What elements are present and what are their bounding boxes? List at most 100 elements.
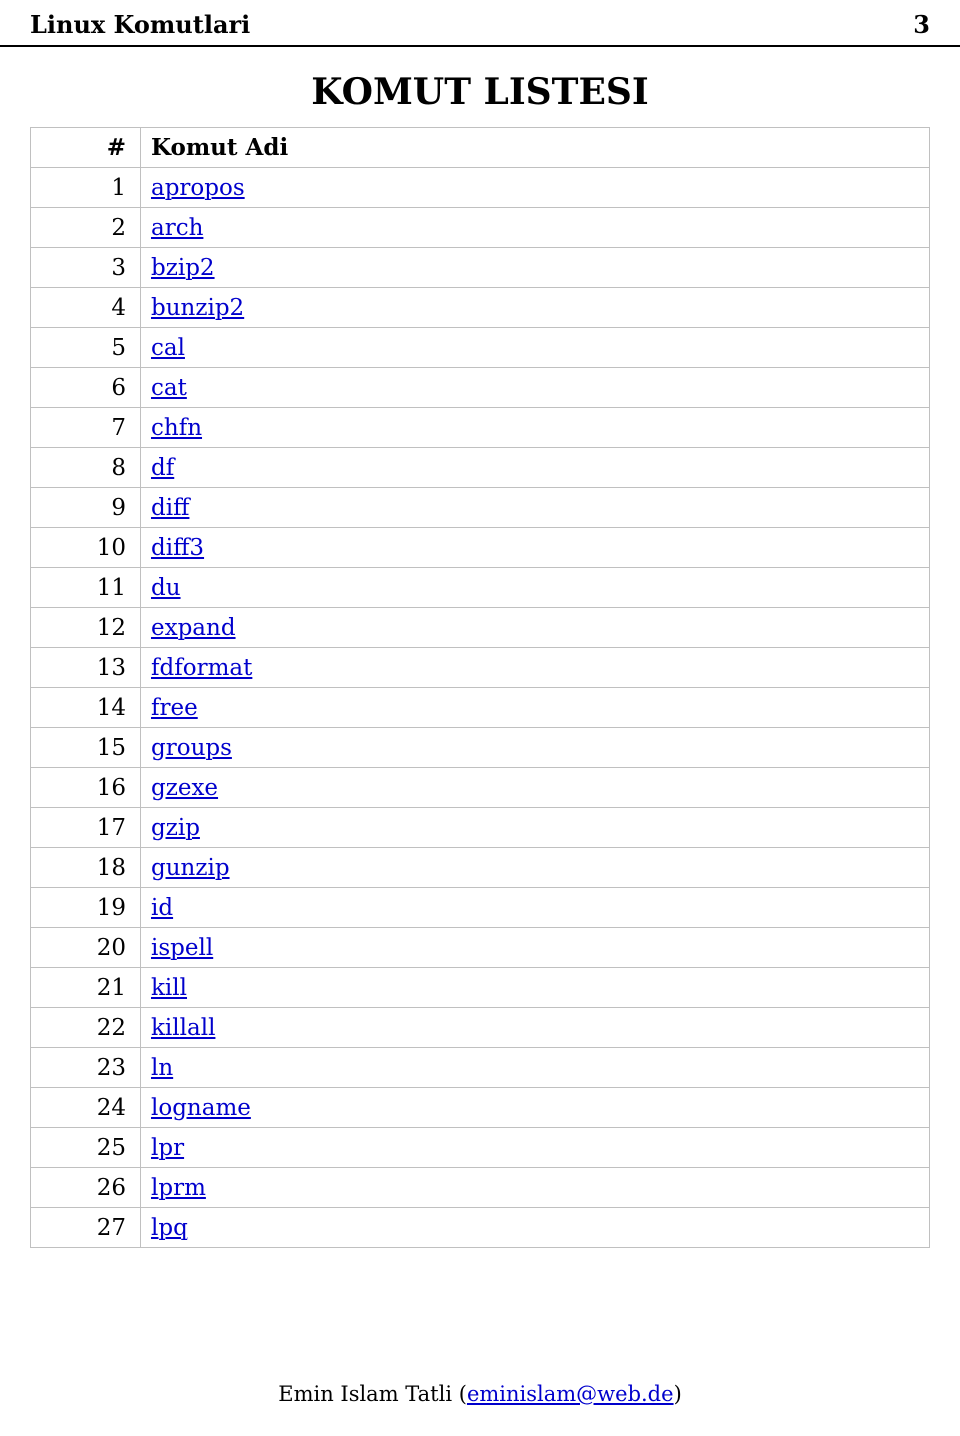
command-link[interactable]: groups: [151, 735, 232, 761]
cell-command: apropos: [141, 168, 930, 208]
command-link[interactable]: logname: [151, 1095, 251, 1121]
cell-command: lpr: [141, 1128, 930, 1168]
table-row: 19 id: [31, 888, 930, 928]
command-link[interactable]: free: [151, 695, 198, 721]
cell-index: 11: [31, 568, 141, 608]
cell-index: 14: [31, 688, 141, 728]
command-link[interactable]: du: [151, 575, 181, 601]
table-row: 11 du: [31, 568, 930, 608]
table-row: 24 logname: [31, 1088, 930, 1128]
cell-index: 26: [31, 1168, 141, 1208]
cell-command: expand: [141, 608, 930, 648]
cell-index: 10: [31, 528, 141, 568]
cell-index: 2: [31, 208, 141, 248]
cell-index: 18: [31, 848, 141, 888]
command-link[interactable]: fdformat: [151, 655, 252, 681]
cell-index: 19: [31, 888, 141, 928]
table-header-row: # Komut Adi: [31, 128, 930, 168]
col-header-name: Komut Adi: [141, 128, 930, 168]
cell-command: du: [141, 568, 930, 608]
cell-index: 7: [31, 408, 141, 448]
table-row: 2 arch: [31, 208, 930, 248]
command-link[interactable]: cat: [151, 375, 187, 401]
header-title: Linux Komutlari: [30, 10, 250, 39]
table-row: 1 apropos: [31, 168, 930, 208]
table-row: 13fdformat: [31, 648, 930, 688]
cell-index: 23: [31, 1048, 141, 1088]
cell-command: diff: [141, 488, 930, 528]
cell-command: lpq: [141, 1208, 930, 1248]
cell-command: gzip: [141, 808, 930, 848]
cell-command: fdformat: [141, 648, 930, 688]
table-row: 8 df: [31, 448, 930, 488]
cell-command: arch: [141, 208, 930, 248]
table-row: 15 groups: [31, 728, 930, 768]
cell-index: 4: [31, 288, 141, 328]
cell-index: 6: [31, 368, 141, 408]
cell-index: 15: [31, 728, 141, 768]
command-link[interactable]: gzip: [151, 815, 200, 841]
cell-index: 22: [31, 1008, 141, 1048]
cell-command: chfn: [141, 408, 930, 448]
command-link[interactable]: cal: [151, 335, 185, 361]
cell-command: lprm: [141, 1168, 930, 1208]
cell-index: 21: [31, 968, 141, 1008]
cell-command: id: [141, 888, 930, 928]
command-link[interactable]: chfn: [151, 415, 202, 441]
cell-index: 20: [31, 928, 141, 968]
command-link[interactable]: expand: [151, 615, 236, 641]
cell-command: ispell: [141, 928, 930, 968]
command-link[interactable]: arch: [151, 215, 203, 241]
table-row: 18 gunzip: [31, 848, 930, 888]
command-link[interactable]: df: [151, 455, 174, 481]
command-link[interactable]: kill: [151, 975, 187, 1001]
command-link[interactable]: lpq: [151, 1215, 188, 1241]
cell-index: 24: [31, 1088, 141, 1128]
page-footer: Emin Islam Tatli (eminislam@web.de): [0, 1382, 960, 1406]
footer-author: Emin Islam Tatli: [278, 1382, 452, 1406]
cell-command: cal: [141, 328, 930, 368]
cell-command: free: [141, 688, 930, 728]
command-link[interactable]: gunzip: [151, 855, 230, 881]
command-link[interactable]: ispell: [151, 935, 213, 961]
cell-index: 1: [31, 168, 141, 208]
table-row: 5cal: [31, 328, 930, 368]
cell-index: 27: [31, 1208, 141, 1248]
table-row: 9 diff: [31, 488, 930, 528]
table-row: 23 ln: [31, 1048, 930, 1088]
command-link[interactable]: id: [151, 895, 173, 921]
cell-command: groups: [141, 728, 930, 768]
cell-command: logname: [141, 1088, 930, 1128]
table-row: 16gzexe: [31, 768, 930, 808]
cell-command: killall: [141, 1008, 930, 1048]
command-link[interactable]: bzip2: [151, 255, 215, 281]
command-link[interactable]: bunzip2: [151, 295, 244, 321]
cell-command: bzip2: [141, 248, 930, 288]
cell-index: 17: [31, 808, 141, 848]
table-row: 20 ispell: [31, 928, 930, 968]
header-page-number: 3: [913, 10, 930, 39]
command-link[interactable]: lpr: [151, 1135, 184, 1161]
table-row: 21 kill: [31, 968, 930, 1008]
cell-index: 8: [31, 448, 141, 488]
footer-email-link[interactable]: eminislam@web.de: [467, 1382, 674, 1406]
command-link[interactable]: diff3: [151, 535, 204, 561]
table-row: 7 chfn: [31, 408, 930, 448]
command-link[interactable]: killall: [151, 1015, 215, 1041]
cell-command: gzexe: [141, 768, 930, 808]
cell-command: diff3: [141, 528, 930, 568]
command-link[interactable]: lprm: [151, 1175, 206, 1201]
table-row: 4 bunzip2: [31, 288, 930, 328]
cell-command: cat: [141, 368, 930, 408]
command-link[interactable]: diff: [151, 495, 189, 521]
cell-index: 25: [31, 1128, 141, 1168]
command-link[interactable]: gzexe: [151, 775, 218, 801]
table-row: 6 cat: [31, 368, 930, 408]
command-link[interactable]: apropos: [151, 175, 245, 201]
table-row: 3bzip2: [31, 248, 930, 288]
table-row: 27 lpq: [31, 1208, 930, 1248]
command-link[interactable]: ln: [151, 1055, 173, 1081]
cell-index: 9: [31, 488, 141, 528]
table-row: 17 gzip: [31, 808, 930, 848]
table-row: 10 diff3: [31, 528, 930, 568]
